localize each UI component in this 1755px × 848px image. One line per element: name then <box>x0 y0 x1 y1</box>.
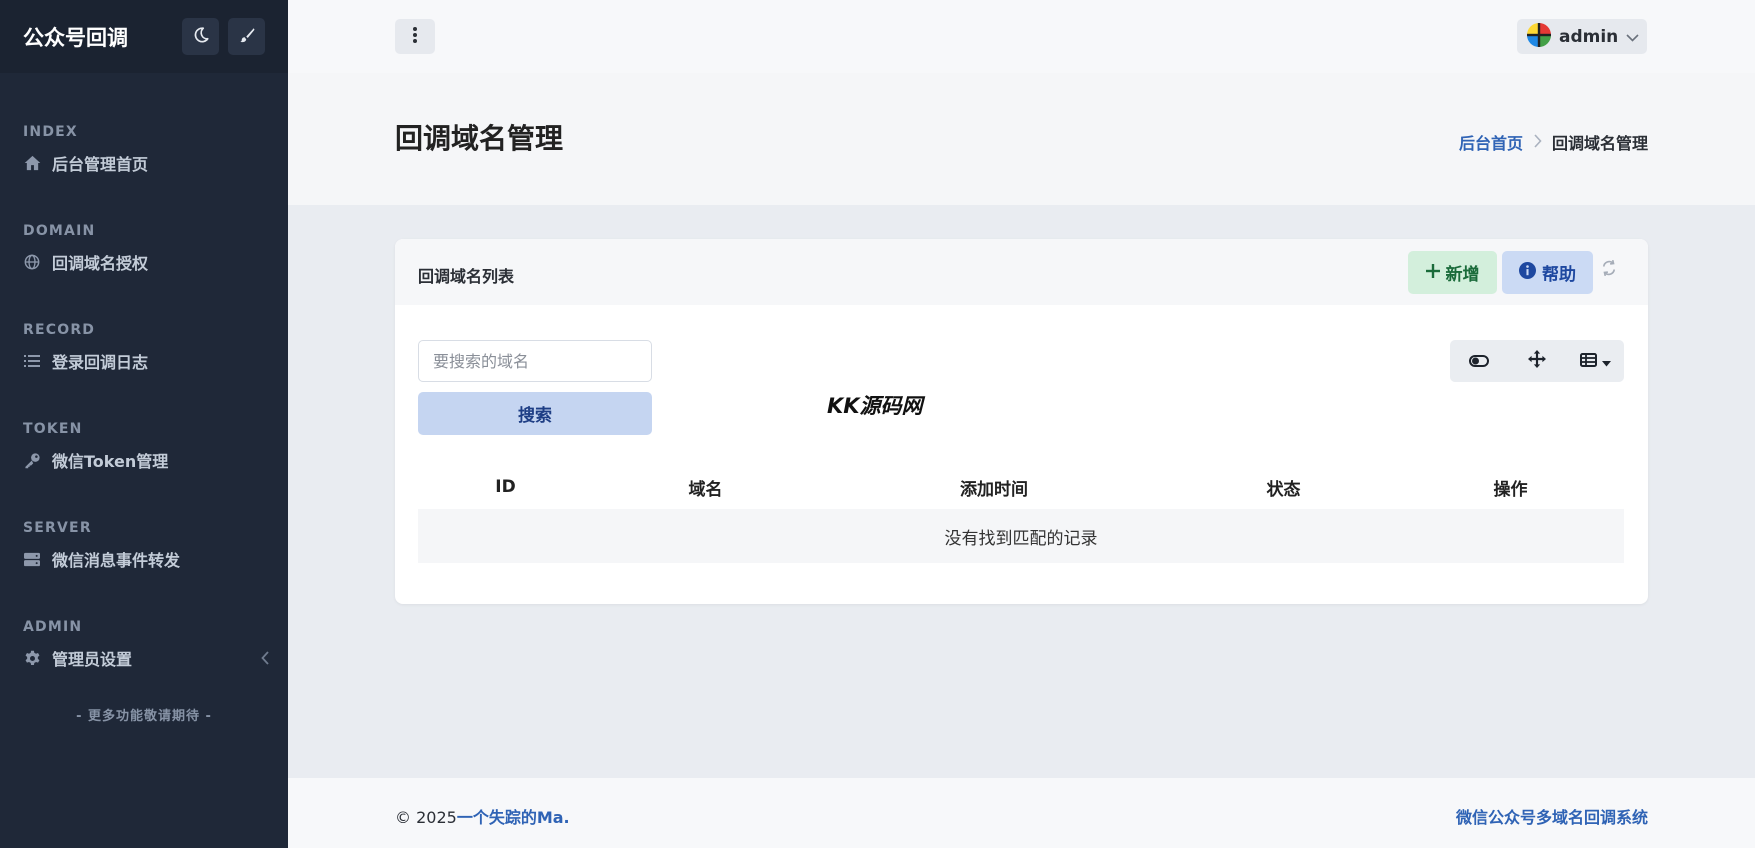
plus-icon <box>1425 263 1440 283</box>
sidebar-item-label: 登录回调日志 <box>52 353 149 372</box>
sidebar-item-login-log[interactable]: 登录回调日志 <box>0 341 288 381</box>
gear-icon <box>23 649 41 667</box>
section-title: SERVER <box>23 520 92 536</box>
list-icon <box>23 352 41 370</box>
sidebar-item-domain-auth[interactable]: 回调域名授权 <box>0 242 288 282</box>
section-title: ADMIN <box>23 619 83 635</box>
sidebar-item-event-forward[interactable]: 微信消息事件转发 <box>0 539 288 579</box>
breadcrumb-current: 回调域名管理 <box>1551 134 1648 153</box>
fullscreen-move-button[interactable] <box>1512 340 1562 382</box>
vertical-ellipsis-icon <box>412 26 418 48</box>
menu-toggle-button[interactable] <box>395 19 435 54</box>
globe-icon <box>23 253 41 271</box>
table-columns-icon <box>1579 352 1597 371</box>
search-input[interactable] <box>418 340 652 382</box>
home-icon <box>23 154 41 172</box>
empty-state-row: 没有找到匹配的记录 <box>418 509 1624 563</box>
avatar <box>1527 22 1551 51</box>
add-button-label: 新增 <box>1445 265 1480 285</box>
table-header: ID 域名 添加时间 状态 操作 <box>418 465 1624 509</box>
refresh-icon[interactable] <box>1600 259 1618 281</box>
nav-section-admin: ADMIN 管理员设置 <box>0 616 288 678</box>
toggle-icon <box>1469 352 1489 371</box>
theme-brush-button[interactable] <box>228 18 265 55</box>
sidebar-item-label: 微信Token管理 <box>52 452 169 471</box>
domain-list-card: 回调域名列表 新增 帮助 搜索 KK源码网 <box>395 239 1648 604</box>
add-button[interactable]: 新增 <box>1408 251 1497 294</box>
card-header: 回调域名列表 新增 帮助 <box>395 239 1648 305</box>
column-header-status[interactable]: 状态 <box>1170 475 1397 500</box>
topbar: admin <box>288 0 1755 73</box>
sidebar-item-home[interactable]: 后台管理首页 <box>0 143 288 183</box>
page-header: 回调域名管理 后台首页 回调域名管理 <box>288 73 1755 205</box>
nav-section-record: RECORD 登录回调日志 <box>0 319 288 381</box>
server-icon <box>23 550 41 568</box>
section-title: INDEX <box>23 124 78 140</box>
section-title: TOKEN <box>23 421 83 437</box>
column-header-id[interactable]: ID <box>418 477 593 497</box>
sidebar: 公众号回调 INDEX 后台管理首页 DOMAIN 回调域名授权 RECORD … <box>0 0 288 848</box>
sidebar-item-label: 后台管理首页 <box>52 155 149 174</box>
toggle-view-button[interactable] <box>1454 340 1504 382</box>
system-name-link[interactable]: 微信公众号多域名回调系统 <box>1456 804 1648 828</box>
info-icon <box>1519 261 1536 284</box>
arrows-move-icon <box>1528 350 1546 372</box>
chevron-left-icon <box>261 650 270 669</box>
sidebar-nav: INDEX 后台管理首页 DOMAIN 回调域名授权 RECORD 登录回调日志… <box>0 73 288 724</box>
footer: © 2025一个失踪的Ma. 微信公众号多域名回调系统 <box>288 778 1755 848</box>
help-button-label: 帮助 <box>1542 265 1576 285</box>
copyright-text: © 2025 <box>395 808 457 827</box>
sidebar-item-label: 管理员设置 <box>52 650 133 669</box>
sidebar-item-label: 微信消息事件转发 <box>52 551 181 570</box>
moon-icon <box>192 26 210 48</box>
nav-section-domain: DOMAIN 回调域名授权 <box>0 220 288 282</box>
card-title: 回调域名列表 <box>418 267 515 286</box>
brand-title[interactable]: 公众号回调 <box>23 22 173 52</box>
watermark-text: KK源码网 <box>827 394 923 418</box>
domain-table: ID 域名 添加时间 状态 操作 没有找到匹配的记录 <box>418 465 1624 563</box>
section-title: RECORD <box>23 322 96 338</box>
table-toolbar <box>1450 340 1624 382</box>
sidebar-item-token[interactable]: 微信Token管理 <box>0 440 288 480</box>
user-name: admin <box>1559 26 1619 47</box>
more-features-note: - 更多功能敬请期待 - <box>76 709 212 724</box>
sidebar-item-admin-settings[interactable]: 管理员设置 <box>0 638 288 678</box>
chevron-right-icon <box>1533 133 1542 152</box>
brush-icon <box>238 26 256 48</box>
chevron-down-icon <box>1626 27 1639 46</box>
column-header-domain[interactable]: 域名 <box>593 475 818 500</box>
dark-mode-toggle[interactable] <box>182 18 219 55</box>
sidebar-header: 公众号回调 <box>0 0 288 73</box>
nav-section-index: INDEX 后台管理首页 <box>0 121 288 183</box>
columns-menu-button[interactable] <box>1570 340 1620 382</box>
breadcrumb: 后台首页 回调域名管理 <box>1459 130 1648 154</box>
column-header-actions: 操作 <box>1493 479 1528 500</box>
sidebar-item-label: 回调域名授权 <box>52 254 149 273</box>
search-button[interactable]: 搜索 <box>418 392 652 435</box>
nav-section-token: TOKEN 微信Token管理 <box>0 418 288 480</box>
page-title: 回调域名管理 <box>395 122 564 155</box>
user-menu-button[interactable]: admin <box>1517 19 1647 54</box>
breadcrumb-home-link[interactable]: 后台首页 <box>1459 130 1523 154</box>
section-title: DOMAIN <box>23 223 96 239</box>
author-link[interactable]: 一个失踪的Ma. <box>457 808 570 827</box>
help-button[interactable]: 帮助 <box>1502 251 1593 294</box>
caret-down-icon <box>1601 352 1611 371</box>
key-icon <box>23 451 41 469</box>
nav-section-server: SERVER 微信消息事件转发 <box>0 517 288 579</box>
column-header-added-time[interactable]: 添加时间 <box>818 475 1170 500</box>
copyright: © 2025一个失踪的Ma. <box>395 804 570 828</box>
